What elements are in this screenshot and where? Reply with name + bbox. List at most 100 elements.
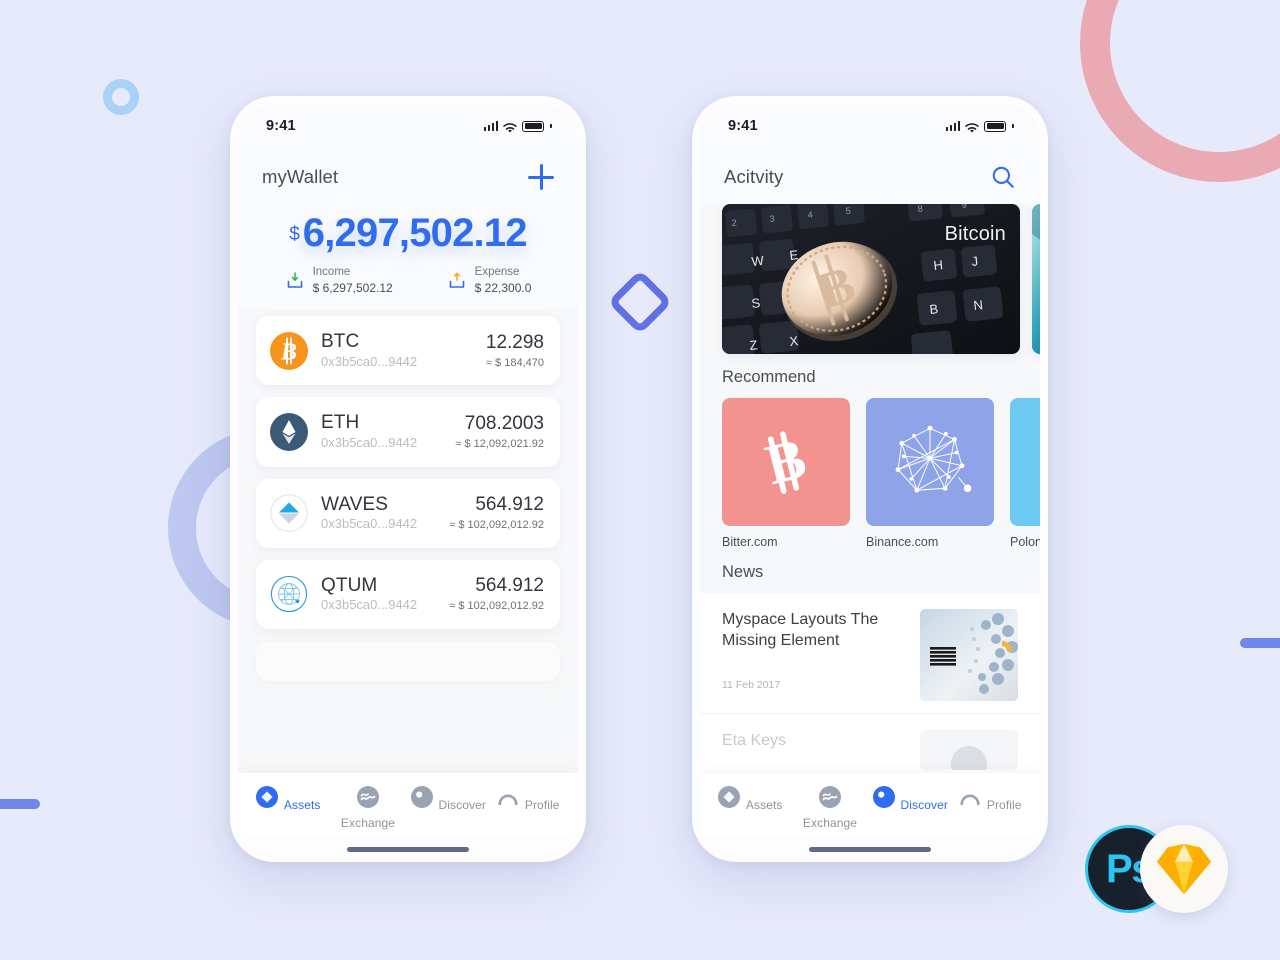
recommend-item-bitter[interactable]: B Bitter.com [722,398,850,549]
news-headline: Myspace Layouts The Missing Element [722,611,879,650]
coin-side: 12.298 ≈ $ 184,470 [486,332,544,371]
home-indicator-area [238,838,578,854]
news-title: News [722,563,764,581]
coin-fiat: ≈ $ 102,092,012.92 [449,519,544,532]
news-main: Myspace Layouts The Missing Element 11 F… [722,609,906,691]
battery-tip-icon [1012,124,1014,128]
svg-text:2: 2 [731,218,737,228]
table-row[interactable]: WAVES 0x3b5ca0...9442 564.912 ≈ $ 102,09… [256,478,560,548]
recommend-item-poloniex[interactable]: Polonie [1010,398,1040,549]
coin-fiat: ≈ $ 184,470 [485,356,544,369]
status-bar: 9:41 [238,104,578,148]
news-main: Eta Keys [722,730,906,751]
tab-profile[interactable]: Profile [488,785,568,832]
tab-exchange[interactable]: Exchange [790,785,870,832]
waves-coin-icon [270,494,308,533]
income-download-icon [285,271,305,291]
svg-text:5: 5 [845,206,851,216]
home-indicator[interactable] [347,847,469,852]
recommend-label: Polonie [1010,535,1040,549]
recommend-label: Bitter.com [722,535,778,549]
tab-discover[interactable]: Discover [408,785,488,832]
binance-network-icon [866,398,994,526]
table-row[interactable]: B BTC 0x3b5ca0...9442 12.298 ≈ $ 184,470 [256,316,560,386]
svg-text:4: 4 [807,210,813,220]
plus-icon[interactable] [528,164,554,190]
coin-address: 0x3b5ca0...9442 [321,434,418,450]
assets-diamond-icon [255,786,283,813]
coin-address: 0x3b5ca0...9442 [321,515,418,531]
table-row-partial[interactable] [256,640,560,681]
tab-exchange[interactable]: Exchange [328,785,408,832]
home-indicator[interactable] [809,847,931,852]
page-title: Acitvity [724,166,784,187]
svg-text:B: B [280,339,297,365]
status-time: 9:41 [728,118,758,134]
phone-discover: 9:41 Acitvity 2 3 4 5 8 9 W E H J S B N … [692,96,1048,862]
home-indicator-area [700,838,1040,854]
table-row[interactable]: QTUM 0x3b5ca0...9442 564.912 ≈ $ 102,092… [256,559,560,629]
profile-person-icon [496,794,524,813]
sketch-logo [1140,825,1228,913]
exchange-waves-icon [356,786,380,813]
search-icon[interactable] [990,164,1016,190]
expense-text: Expense $ 22,300.0 [475,265,532,296]
balance-amount: 6,297,502.12 [302,211,528,255]
teal-abstract-banner[interactable] [1032,204,1040,354]
exchange-waves-icon [818,786,842,813]
coin-main: ETH 0x3b5ca0...9442 [321,412,455,451]
bitcoin-keyboard-banner[interactable]: 2 3 4 5 8 9 W E H J S B N Z X Bitcoin [722,204,1020,354]
wallet-screen: 9:41 myWallet $ 6,297,502.12 Income $ 6,… [238,104,578,854]
tab-assets[interactable]: Assets [710,785,790,832]
coin-amount: 708.2003 [464,412,544,434]
income-text: Income $ 6,297,502.12 [313,265,393,296]
tab-label: Assets [283,798,321,812]
tab-assets[interactable]: Assets [248,785,328,832]
discover-content[interactable]: 2 3 4 5 8 9 W E H J S B N Z X Bitcoin Re… [700,204,1040,773]
discover-header: Acitvity [700,148,1040,204]
coin-side: 564.912 ≈ $ 102,092,012.92 [449,575,544,614]
recommend-row[interactable]: B Bitter.com Binance.com Polon [700,398,1040,549]
news-list[interactable]: Myspace Layouts The Missing Element 11 F… [700,593,1040,773]
coin-symbol: ETH [321,412,360,434]
coin-amount: 564.912 [475,493,544,515]
expense-label: Expense [474,266,520,279]
list-item[interactable]: Myspace Layouts The Missing Element 11 F… [700,593,1040,714]
balance-row: $ 6,297,502.12 [238,211,578,255]
status-icons [483,120,552,133]
expense-summary: Expense $ 22,300.0 [447,265,532,296]
blue-bar-right [1240,638,1280,648]
discover-compass-icon [410,786,438,813]
person-avatar-photo [920,730,1018,770]
status-icons [945,120,1014,133]
wifi-icon [503,121,518,133]
svg-text:H: H [933,257,944,273]
income-label: Income [312,266,351,279]
news-headline: Eta Keys [722,732,787,749]
sketch-diamond-icon [1157,843,1211,895]
recommend-item-binance[interactable]: Binance.com [866,398,994,549]
wallet-header: myWallet [238,148,578,204]
coin-symbol: WAVES [321,493,389,515]
bitcoin-b-icon: B [722,398,850,526]
poloniex-icon [1010,398,1040,526]
asset-list[interactable]: B BTC 0x3b5ca0...9442 12.298 ≈ $ 184,470 [238,310,578,773]
phone-wallet: 9:41 myWallet $ 6,297,502.12 Income $ 6,… [230,96,586,862]
svg-text:W: W [751,253,765,269]
tab-bar[interactable]: Assets Exchange Discover Profile [238,773,578,838]
coin-symbol: BTC [321,331,360,353]
coin-symbol: QTUM [321,574,378,596]
table-row[interactable]: ETH 0x3b5ca0...9442 708.2003 ≈ $ 12,092,… [256,397,560,467]
coin-main: QTUM 0x3b5ca0...9442 [321,575,449,614]
news-date: 11 Feb 2017 [722,679,781,692]
battery-tip-icon [550,124,552,128]
banner-carousel[interactable]: 2 3 4 5 8 9 W E H J S B N Z X Bitcoin [700,204,1040,354]
list-item[interactable]: Eta Keys [700,714,1040,773]
blue-bar-left [0,799,40,809]
tab-profile[interactable]: Profile [950,785,1030,832]
discover-screen: 9:41 Acitvity 2 3 4 5 8 9 W E H J S B N … [700,104,1040,854]
status-bar: 9:41 [700,104,1040,148]
tab-discover[interactable]: Discover [870,785,950,832]
cellular-signal-icon [945,121,961,131]
tab-bar[interactable]: Assets Exchange Discover Profile [700,773,1040,838]
